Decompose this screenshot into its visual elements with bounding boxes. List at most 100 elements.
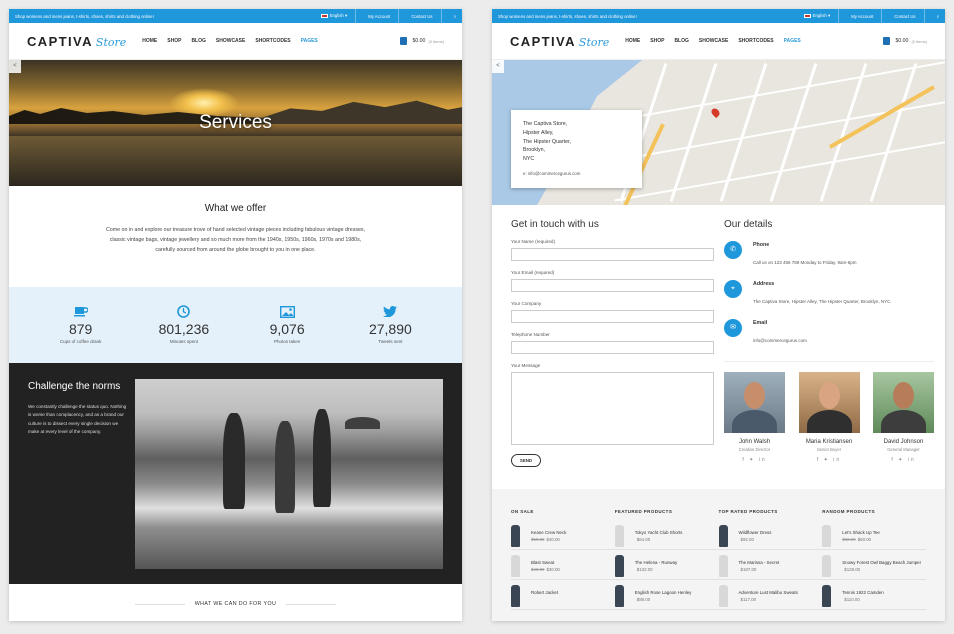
product-thumbnail — [822, 555, 832, 577]
nav-shortcodes[interactable]: SHORTCODES — [255, 38, 290, 44]
company-input[interactable] — [511, 310, 714, 323]
product-thumbnail — [614, 525, 624, 547]
site-header: CAPTIVA Store HOME SHOP BLOG SHOWCASE SHO… — [492, 23, 945, 60]
product-thumbnail — [822, 585, 832, 607]
product-widgets: ON SALE Keane Crew Neck $50.00 $40.00 Blas… — [492, 489, 945, 621]
search-icon[interactable]: ⌕ — [937, 14, 939, 19]
store-map[interactable]: < The Captiva Store, Hipster Alley, The … — [492, 60, 945, 205]
nav-shop[interactable]: SHOP — [167, 38, 181, 44]
list-item[interactable]: Robert Jacket — [511, 583, 615, 610]
stat-coffee: 879 Cups of coffee drank — [36, 305, 126, 363]
product-thumbnail — [718, 555, 728, 577]
my-account-link[interactable]: My Account — [851, 14, 873, 19]
widget-on-sale: ON SALE Keane Crew Neck $50.00 $40.00 Blas… — [511, 509, 615, 621]
page-title: Services — [199, 112, 272, 133]
product-thumbnail — [614, 555, 624, 577]
detail-phone: ✆ Phone Call us on 123 456 789 Monday to … — [724, 241, 934, 269]
services-page-screenshot: Shop womens and mens jeans, t-shirts, sh… — [9, 9, 462, 621]
detail-email: ✉ Email info@commercegurus.com — [724, 319, 934, 347]
product-thumbnail — [718, 585, 728, 607]
promo-text: Shop womens and mens jeans, t-shirts, sh… — [498, 13, 637, 19]
stat-tweets: 27,890 Tweets sent — [345, 305, 435, 363]
share-icon[interactable]: < — [9, 60, 21, 73]
widget-featured-products: FEATURED PRODUCTS Tokyo Yacht Club Short… — [614, 509, 719, 621]
social-icons[interactable]: f ✦ in — [799, 457, 860, 463]
nav-pages[interactable]: PAGES — [301, 38, 318, 44]
my-account-link[interactable]: My Account — [368, 14, 390, 19]
what-we-offer-section: What we offer Come on in and explore our… — [9, 186, 462, 287]
list-item[interactable]: Blast Sweat $40.00 $30.00 — [511, 553, 615, 580]
list-item[interactable]: The Helena - Runway $132.00 — [614, 553, 719, 580]
telephone-input[interactable] — [511, 341, 714, 354]
name-input[interactable] — [511, 248, 714, 261]
nav-pages[interactable]: PAGES — [784, 38, 801, 44]
team-member: Maria Kristiansen Senior Buyer f ✦ in — [798, 372, 860, 463]
nav-shop[interactable]: SHOP — [650, 38, 664, 44]
contact-us-link[interactable]: Contact Us — [411, 14, 432, 19]
avatar — [873, 372, 934, 433]
contact-page-screenshot: Shop womens and mens jeans, t-shirts, sh… — [492, 9, 945, 621]
shopping-bag-icon — [400, 37, 408, 45]
nav-blog[interactable]: BLOG — [674, 38, 688, 44]
send-button[interactable]: SEND — [511, 454, 541, 467]
language-selector[interactable]: English ▾ — [320, 13, 347, 19]
top-bar: Shop womens and mens jeans, t-shirts, sh… — [9, 9, 462, 23]
main-nav: HOME SHOP BLOG SHOWCASE SHORTCODES PAGES — [142, 38, 328, 44]
team-member: John Walsh Creative Director f ✦ in — [724, 372, 785, 463]
search-icon[interactable]: ⌕ — [454, 14, 456, 19]
stats-section: 879 Cups of coffee drank 801,236 Minutes… — [9, 287, 462, 363]
product-thumbnail — [511, 525, 520, 547]
site-logo[interactable]: CAPTIVA Store — [510, 34, 609, 49]
nav-shortcodes[interactable]: SHORTCODES — [738, 38, 773, 44]
map-pin-icon[interactable] — [709, 106, 722, 119]
list-item[interactable]: Snowy Forest Owl Baggy Beach Jumper $128.… — [822, 553, 926, 580]
message-textarea[interactable] — [511, 372, 714, 445]
twitter-icon — [345, 305, 435, 318]
what-we-can-do-heading: WHAT WE CAN DO FOR YOU — [9, 584, 462, 621]
promo-text: Shop womens and mens jeans, t-shirts, sh… — [15, 13, 154, 19]
language-selector[interactable]: English ▾ — [803, 13, 830, 19]
team-members: John Walsh Creative Director f ✦ in Mari… — [724, 361, 934, 463]
offer-text: Come on in and explore our treasure trov… — [105, 227, 366, 253]
phone-icon: ✆ — [724, 241, 742, 259]
list-item[interactable]: The Marissa - Secret $187.00 — [718, 553, 823, 580]
list-item[interactable]: Let's Shack Up Tee $68.00 $60.00 — [822, 523, 926, 550]
list-item[interactable]: Adventure Lust Malibu Sweats $117.00 — [718, 583, 823, 610]
product-thumbnail — [614, 585, 624, 607]
contact-us-link[interactable]: Contact Us — [894, 14, 915, 19]
contact-section: Get in touch with us Your Name (required… — [492, 205, 945, 489]
challenge-heading: Challenge the norms — [28, 381, 121, 392]
nav-home[interactable]: HOME — [142, 38, 157, 44]
coffee-icon — [36, 305, 126, 318]
mini-cart[interactable]: $0.00 (0 items) — [883, 37, 927, 45]
list-item[interactable]: Tennis 1922 Camden $110.00 — [822, 583, 926, 610]
uk-flag-icon — [803, 13, 811, 18]
email-input[interactable] — [511, 279, 714, 292]
share-icon[interactable]: < — [492, 60, 504, 73]
shopping-bag-icon — [883, 37, 891, 45]
product-thumbnail — [822, 525, 832, 547]
list-item[interactable]: Keane Crew Neck $50.00 $40.00 — [511, 523, 615, 550]
nav-home[interactable]: HOME — [625, 38, 640, 44]
top-bar: Shop womens and mens jeans, t-shirts, sh… — [492, 9, 945, 23]
social-icons[interactable]: f ✦ in — [724, 457, 785, 463]
list-item[interactable]: Tokyo Yacht Club Shorts $64.00 — [614, 523, 719, 550]
contact-form: Get in touch with us Your Name (required… — [511, 219, 714, 467]
list-item[interactable]: English Rose Lagoon Henley $88.00 — [614, 583, 719, 610]
mini-cart[interactable]: $0.00 (0 items) — [400, 37, 444, 45]
details-heading: Our details — [724, 219, 773, 230]
main-nav: HOME SHOP BLOG SHOWCASE SHORTCODES PAGES — [625, 38, 811, 44]
services-hero: < Services — [9, 60, 462, 186]
site-header: CAPTIVA Store HOME SHOP BLOG SHOWCASE SHO… — [9, 23, 462, 60]
stat-photos: 9,076 Photos taken — [242, 305, 332, 363]
challenge-section: Challenge the norms We constantly challe… — [9, 363, 462, 584]
nav-showcase[interactable]: SHOWCASE — [216, 38, 245, 44]
site-logo[interactable]: CAPTIVA Store — [27, 34, 126, 49]
nav-blog[interactable]: BLOG — [191, 38, 205, 44]
widget-random-products: RANDOM PRODUCTS Let's Shack Up Tee $68.00… — [822, 509, 926, 621]
list-item[interactable]: Wildflower Dress $92.00 — [718, 523, 823, 550]
social-icons[interactable]: f ✦ in — [873, 457, 934, 463]
avatar — [798, 372, 860, 433]
product-thumbnail — [511, 555, 520, 577]
nav-showcase[interactable]: SHOWCASE — [699, 38, 728, 44]
